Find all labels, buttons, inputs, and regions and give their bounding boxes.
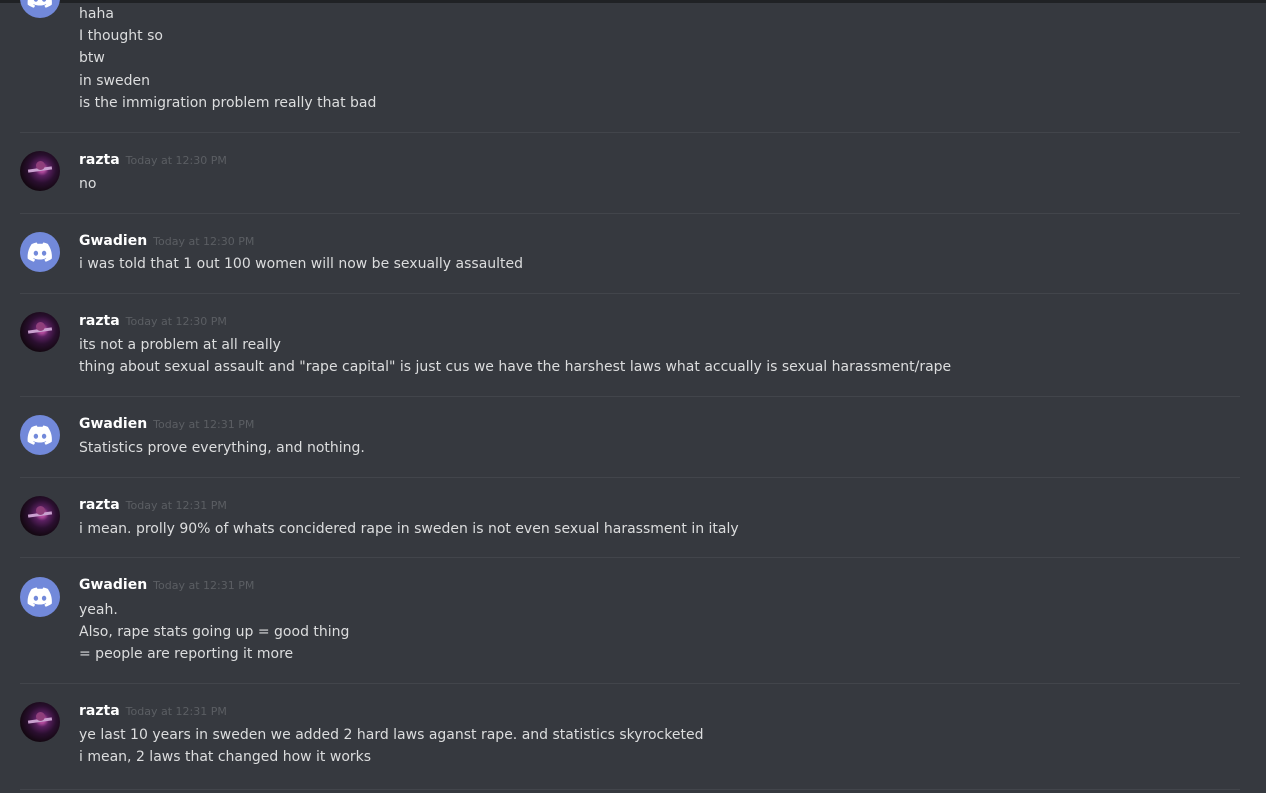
avatar[interactable] [20,232,60,272]
message-line: its not a problem at all really [79,337,281,353]
message-line: Also, rape stats going up = good thing [79,624,350,640]
message-header: Gwadien Today at 12:31 PM [79,577,254,597]
message-line: Statistics prove everything, and nothing… [79,440,365,456]
timestamp: Today at 12:30 PM [125,154,227,167]
avatar[interactable] [20,577,60,617]
message-line: in sweden [79,73,150,89]
message-group: Gwadien Today at 12:30 PM i was told tha… [20,231,1240,281]
message-divider [20,683,1240,684]
message-group: razta Today at 12:30 PM no [20,150,1240,200]
message-group: razta Today at 12:31 PM i mean. prolly 9… [20,495,1240,545]
discord-icon [27,587,52,607]
username[interactable]: Gwadien [79,577,147,593]
message-header: razta Today at 12:31 PM [79,703,227,723]
username[interactable]: razta [79,497,120,513]
message-divider [20,213,1240,214]
message-line: i was told that 1 out 100 women will now… [79,256,524,272]
avatar[interactable] [20,151,60,191]
username[interactable]: razta [79,703,120,719]
message-line: no [79,176,97,192]
message-group: Gwadien Today at 12:31 PM Statistics pro… [20,414,1240,464]
message-line: I thought so [79,28,163,44]
message-divider [20,557,1240,558]
message-divider [20,789,1240,790]
message-header: Gwadien Today at 12:31 PM [79,416,254,436]
timestamp: Today at 12:31 PM [153,418,255,431]
timestamp: Today at 12:30 PM [125,315,227,328]
message-divider [20,477,1240,478]
message-line: btw [79,50,105,66]
message-line: i mean, 2 laws that changed how it works [79,749,372,765]
message-group: haha I thought so btw in sweden is the i… [20,0,1240,120]
message-line: yeah. [79,602,118,618]
message-line: = people are reporting it more [79,646,294,662]
message-header: razta Today at 12:30 PM [79,313,227,333]
avatar[interactable] [20,496,60,536]
message-group: Gwadien Today at 12:31 PM yeah. Also, ra… [20,575,1240,670]
username[interactable]: Gwadien [79,233,147,249]
discord-icon [27,0,52,8]
message-header: razta Today at 12:30 PM [79,152,227,172]
timestamp: Today at 12:31 PM [125,499,227,512]
message-line: thing about sexual assault and "rape cap… [79,359,952,375]
timestamp: Today at 12:31 PM [153,579,255,592]
message-divider [20,293,1240,294]
message-divider [20,396,1240,397]
message-list[interactable]: haha I thought so btw in sweden is the i… [0,0,1266,793]
discord-icon [27,242,52,262]
message-divider [20,132,1240,133]
username[interactable]: razta [79,313,120,329]
avatar[interactable] [20,0,60,18]
discord-icon [27,425,52,445]
message-line: is the immigration problem really that b… [79,95,377,111]
avatar[interactable] [20,415,60,455]
timestamp: Today at 12:30 PM [153,235,255,248]
message-line: haha [79,6,114,22]
timestamp: Today at 12:31 PM [125,705,227,718]
message-header: razta Today at 12:31 PM [79,497,227,517]
message-line: ye last 10 years in sweden we added 2 ha… [79,727,704,743]
message-group: razta Today at 12:30 PM its not a proble… [20,311,1240,383]
avatar[interactable] [20,312,60,352]
username[interactable]: razta [79,152,120,168]
avatar[interactable] [20,702,60,742]
message-group: razta Today at 12:31 PM ye last 10 years… [20,701,1240,773]
message-line: i mean. prolly 90% of whats concidered r… [79,521,739,537]
message-header: Gwadien Today at 12:30 PM [79,233,254,253]
username[interactable]: Gwadien [79,416,147,432]
